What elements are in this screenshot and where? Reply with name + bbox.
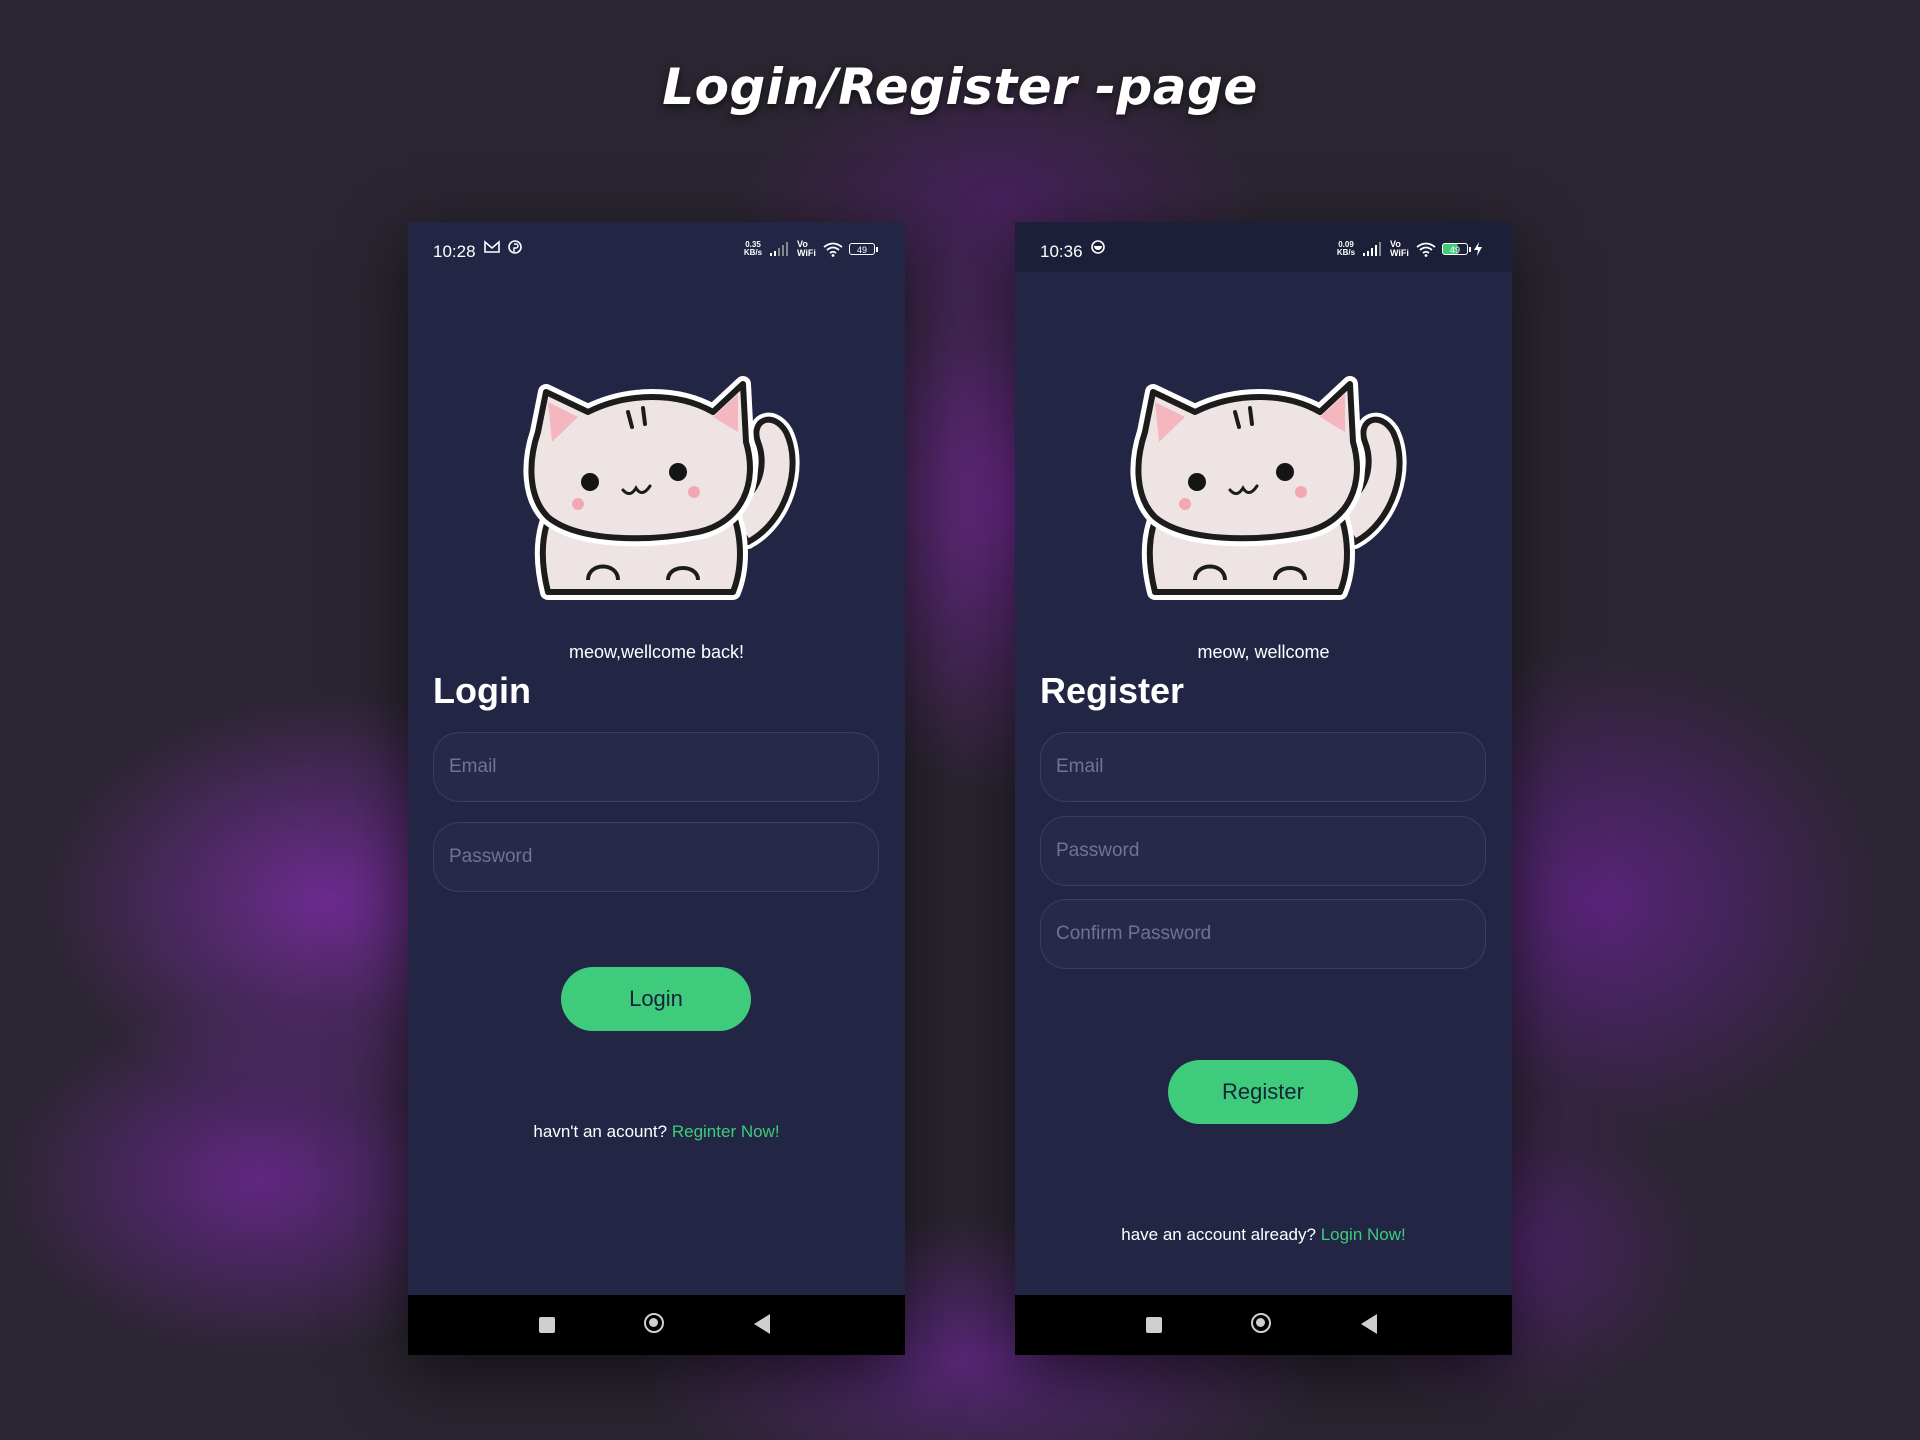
back-icon[interactable] xyxy=(1361,1314,1377,1334)
login-now-link[interactable]: Login Now! xyxy=(1321,1225,1406,1244)
recents-icon[interactable] xyxy=(1146,1317,1162,1333)
vowifi-label: Vo WiFi xyxy=(797,239,816,258)
gmail-icon xyxy=(484,240,500,253)
dnd-icon xyxy=(1091,240,1105,254)
login-phone-screen: 10:28 0.35 KB/s Vo WiFi 49 meow,wellcome… xyxy=(408,222,905,1355)
navigation-bar xyxy=(1015,1295,1512,1355)
navigation-bar xyxy=(408,1295,905,1355)
page-headline: Login/Register -page xyxy=(662,58,1258,116)
login-button[interactable]: Login xyxy=(561,967,751,1031)
signal-icon xyxy=(1363,242,1381,256)
register-phone-screen: 10:36 0.09 KB/s Vo WiFi 49 meow, wellcom… xyxy=(1015,222,1512,1355)
welcome-text: meow, wellcome xyxy=(1197,642,1330,662)
net-speed: 0.09 KB/s xyxy=(1336,240,1356,257)
home-icon[interactable] xyxy=(644,1313,664,1333)
background-glow xyxy=(0,0,1920,1440)
register-now-link[interactable]: Reginter Now! xyxy=(672,1122,780,1141)
status-time: 10:28 xyxy=(433,242,476,261)
email-field[interactable]: Email xyxy=(1040,732,1486,802)
battery-icon: 49 xyxy=(1442,243,1471,255)
login-prompt-text: have an account already? xyxy=(1121,1225,1316,1244)
password-field[interactable]: Password xyxy=(433,822,879,892)
register-prompt: havn't an acount? Reginter Now! xyxy=(408,1122,905,1142)
welcome-text: meow,wellcome back! xyxy=(568,642,745,662)
register-button[interactable]: Register xyxy=(1168,1060,1358,1124)
wifi-icon xyxy=(1416,242,1436,257)
register-prompt-text: havn't an acount? xyxy=(533,1122,668,1141)
battery-icon: 49 xyxy=(849,243,878,255)
status-bar: 10:36 0.09 KB/s Vo WiFi 49 xyxy=(1015,222,1512,272)
recents-icon[interactable] xyxy=(539,1317,555,1333)
login-prompt: have an account already? Login Now! xyxy=(1015,1225,1512,1245)
status-bar: 10:28 0.35 KB/s Vo WiFi 49 xyxy=(408,222,905,272)
vowifi-label: Vo WiFi xyxy=(1390,239,1409,258)
cat-mascot xyxy=(523,376,800,600)
home-icon[interactable] xyxy=(1251,1313,1271,1333)
register-title: Register xyxy=(1040,670,1185,711)
login-title: Login xyxy=(433,670,531,711)
charging-icon xyxy=(1474,242,1482,256)
cat-mascot xyxy=(1130,376,1407,600)
status-time: 10:36 xyxy=(1040,242,1083,261)
password-field[interactable]: Password xyxy=(1040,816,1486,886)
wifi-icon xyxy=(823,242,843,257)
signal-icon xyxy=(770,242,788,256)
net-speed: 0.35 KB/s xyxy=(743,240,763,257)
email-field[interactable]: Email xyxy=(433,732,879,802)
pinterest-icon xyxy=(508,240,522,254)
confirm-password-field[interactable]: Confirm Password xyxy=(1040,899,1486,969)
back-icon[interactable] xyxy=(754,1314,770,1334)
